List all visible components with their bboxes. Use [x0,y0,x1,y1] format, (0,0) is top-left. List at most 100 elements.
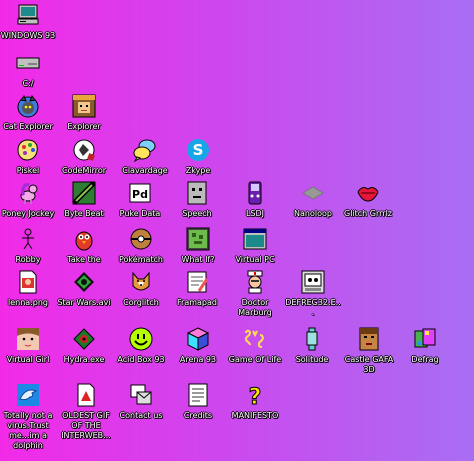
desktop-icon-nanoloop[interactable]: Nanoloop [285,180,341,219]
desktop-icon-label: DEFREG32.E... [285,298,341,317]
pokeball-icon [128,226,154,252]
hydra-icon [71,326,97,352]
desktop-icon-label: Solitude [295,355,329,364]
desktop-icon-hydra[interactable]: Hydra.exe [56,326,112,365]
desktop-icon-label: Virtual Girl [6,355,50,364]
desktop-icon-label: Zkype [185,166,211,175]
desktop-icon-drive-c[interactable]: C:/ [0,50,56,89]
desktop: WINDOWS 93 C:/ Cat Explorer Explorer Pis… [0,0,474,461]
desktop-icon-label: Puke Data [119,209,161,218]
desktop-icon-star-wars[interactable]: Star Wars.avi [56,269,112,308]
desktop-icon-label: LSDJ [245,209,265,218]
desktop-icon-label: What If? [181,255,215,264]
doctor-icon [242,269,268,295]
desktop-icon-label: Totally not a virus.Trust me...im a dolp… [3,411,53,450]
desktop-icon-label: WINDOWS 93 [0,31,56,40]
desktop-icon-label: lenna.png [8,298,48,307]
desktop-icon-windows93[interactable]: WINDOWS 93 [0,2,56,41]
desktop-icon-label: Byte Beat [64,209,104,218]
explorer-icon [71,93,97,119]
desktop-icon-label: Acid Box 93 [117,355,165,364]
desktop-icon-arena-93[interactable]: Arena 93 [170,326,226,365]
svg-text:Pd: Pd [132,188,148,201]
desktop-icon-take-the[interactable]: Take the [56,226,112,265]
desktop-icon-zkype[interactable]: S Zkype [170,137,226,176]
desktop-icon-lenna[interactable]: lenna.png [0,269,56,308]
desktop-icon-explorer[interactable]: Explorer [56,93,112,132]
desktop-icon-pokematch[interactable]: Pokématch [113,226,169,265]
gameoflife-icon [242,326,268,352]
desktop-icon-label: Nanoloop [294,209,332,218]
whatif-icon [185,226,211,252]
dolphin-icon [15,382,41,408]
pukedata-icon: Pd [127,180,153,206]
solitude-icon [299,326,325,352]
desktop-icon-lsdj[interactable]: LSDJ [227,180,283,219]
speech-icon [184,180,210,206]
desktop-icon-acid-box-93[interactable]: Acid Box 93 [113,326,169,365]
framapad-icon [184,269,210,295]
desktop-icon-codemirror[interactable]: CodeMirror [56,137,112,176]
credits-icon [185,382,211,408]
question-icon: ? [242,382,268,408]
desktop-icon-byte-beat[interactable]: Byte Beat [56,180,112,219]
desktop-icon-label: OLDEST GIF OF THE INTERWEB... [61,411,111,440]
desktop-icon-castle-gafa-3d[interactable]: Castle GAFA 3D [341,326,397,375]
cube-icon [185,326,211,352]
bytebeat-icon [71,180,97,206]
chat-icon [132,137,158,163]
desktop-icon-defrag[interactable]: Defrag [397,326,453,365]
desktop-icon-label: Credits [183,411,213,420]
drive-icon [15,50,41,76]
desktop-icon-piskel[interactable]: Piskel [0,137,56,176]
desktop-icon-label: Piskel [16,166,40,175]
virtualpc-icon [242,226,268,252]
desktop-icon-label: Defrag [411,355,439,364]
desktop-icon-label: MANIFESTO [231,411,279,420]
desktop-icon-label: Virtual PC [235,255,275,264]
defrag-icon [412,326,438,352]
desktop-icon-manifesto[interactable]: ? MANIFESTO [227,382,283,421]
desktop-icon-label: CodeMirror [61,166,107,175]
desktop-icon-framapad[interactable]: Framapad [169,269,225,308]
desktop-icon-credits[interactable]: Credits [170,382,226,421]
computer-icon [15,2,41,28]
desktop-icon-cat-explorer[interactable]: Cat Explorer [0,93,56,132]
image-file-icon [15,269,41,295]
desktop-icon-what-if[interactable]: What If? [170,226,226,265]
desktop-icon-label: Game Of Life [228,355,282,364]
desktop-icon-robby[interactable]: Robby [0,226,56,265]
desktop-icon-defreg32[interactable]: DEFREG32.E... [285,269,341,318]
svg-text:?: ? [249,385,262,407]
desktop-icon-contact-us[interactable]: Contact us [113,382,169,421]
desktop-icon-oldest-gif[interactable]: OLDEST GIF OF THE INTERWEB... [56,382,116,441]
desktop-icon-doctor-marburg[interactable]: Doctor Marburg [227,269,283,318]
desktop-icon-label: Pokématch [118,255,163,264]
desktop-icon-game-of-life[interactable]: Game Of Life [227,326,283,365]
desktop-icon-speech[interactable]: Speech [169,180,225,219]
lsdj-icon [242,180,268,206]
desktop-icon-solitude[interactable]: Solitude [284,326,340,365]
zkype-icon: S [185,137,211,163]
desktop-icon-clavardage[interactable]: Clavardage [117,137,173,176]
desktop-icon-virtual-pc[interactable]: Virtual PC [227,226,283,265]
desktop-icon-label: Cat Explorer [3,122,53,131]
codemirror-icon [71,137,97,163]
desktop-icon-corglitch[interactable]: Corglitch [113,269,169,308]
castle-icon [356,326,382,352]
desktop-icon-glitch-grrrlz[interactable]: Glitch Grrrlz [340,180,396,219]
defreg-icon [300,269,326,295]
parrot-icon [71,226,97,252]
desktop-icon-label: Castle GAFA 3D [344,355,394,374]
corgi-icon [128,269,154,295]
desktop-icon-label: Framapad [177,298,217,307]
desktop-icon-virtual-girl[interactable]: Virtual Girl [0,326,56,365]
gif-file-icon [73,382,99,408]
pony-icon [15,180,41,206]
desktop-icon-label: Contact us [119,411,163,420]
desktop-icon-poney-jockey[interactable]: Poney Jockey [0,180,56,219]
desktop-icon-puke-data[interactable]: Pd Puke Data [112,180,168,219]
desktop-icon-dolphin[interactable]: Totally not a virus.Trust me...im a dolp… [0,382,56,451]
glitch-lips-icon [355,180,381,206]
stickman-icon [15,226,41,252]
